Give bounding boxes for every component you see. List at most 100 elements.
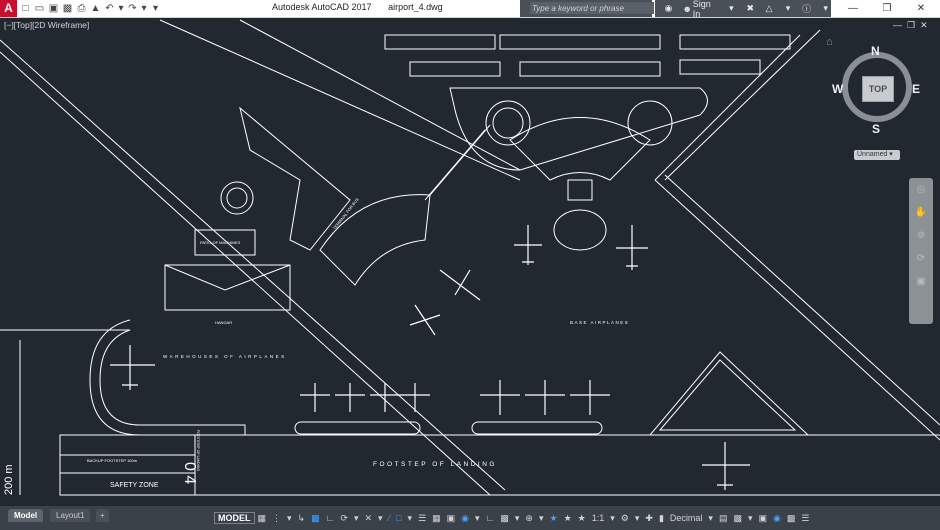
label-runway-number: 0 4	[181, 462, 198, 484]
units-icon[interactable]: ▮	[656, 513, 667, 524]
gizmo-dropdown-icon[interactable]: ▾	[536, 513, 547, 524]
selection-cycling-icon[interactable]: ▣	[444, 513, 459, 524]
label-base-airplanes: BASE AIRPLANES	[570, 320, 629, 325]
isodraft-icon[interactable]: ✕	[362, 513, 376, 524]
viewport-minimize-icon[interactable]: —	[893, 20, 902, 31]
compass-south[interactable]: S	[872, 122, 880, 136]
close-icon[interactable]: ✕	[904, 0, 938, 17]
tab-layout1[interactable]: Layout1	[50, 509, 91, 522]
redo-dropdown-icon[interactable]: ▾	[141, 3, 147, 14]
a360-icon[interactable]: △	[764, 3, 775, 14]
selection-filter-dropdown-icon[interactable]: ▾	[512, 513, 523, 524]
annotation-scale-label[interactable]: 1:1	[589, 513, 608, 523]
gizmo-icon[interactable]: ⊕	[522, 513, 536, 524]
label-footstep: FOOTSTEP OF LANDING	[373, 461, 497, 468]
3d-osnap-dropdown-icon[interactable]: ▾	[472, 513, 483, 524]
polar-icon[interactable]: ⟳	[337, 513, 351, 524]
model-space-button[interactable]: MODEL	[214, 512, 255, 524]
dynamic-input-icon[interactable]: ▩	[308, 513, 323, 524]
new-icon[interactable]: □	[20, 3, 31, 14]
infer-icon[interactable]: ↳	[295, 513, 309, 524]
isolate-objects-icon[interactable]: ▣	[756, 513, 771, 524]
search-input[interactable]	[530, 2, 654, 14]
viewcube-top-face[interactable]: TOP	[862, 76, 894, 102]
object-snap-tracking-icon[interactable]: ∕	[386, 513, 394, 523]
clean-screen-icon[interactable]: ▩	[784, 513, 799, 524]
customize-qat-icon[interactable]: ▾	[150, 3, 161, 14]
viewport-close-icon[interactable]: ✕	[920, 20, 928, 31]
help-icon[interactable]: ⓘ	[801, 2, 812, 15]
lock-ui-icon[interactable]: ▩	[730, 513, 745, 524]
file-title: airport_4.dwg	[388, 2, 443, 12]
annotation-visibility-icon[interactable]: ★	[547, 513, 561, 524]
transparency-icon[interactable]: ▦	[429, 513, 444, 524]
redo-icon[interactable]: ↷	[127, 3, 138, 14]
drawing-canvas[interactable]: TERMINAL FOR BUS PATIO OF MACHINES HANGA…	[0, 17, 940, 506]
grid-icon[interactable]: ▦	[255, 513, 270, 524]
restore-icon[interactable]: ❐	[870, 0, 904, 17]
ucs-dropdown[interactable]: Unnamed ▾	[854, 150, 900, 160]
exchange-icon[interactable]: ✖	[745, 3, 756, 14]
units-dropdown-icon[interactable]: ▾	[705, 513, 716, 524]
lock-dropdown-icon[interactable]: ▾	[745, 513, 756, 524]
open-icon[interactable]: ▭	[34, 3, 45, 14]
viewport-window-controls: — ❐ ✕	[893, 20, 928, 31]
quick-properties-icon[interactable]: ▤	[716, 513, 731, 524]
save-icon[interactable]: ▣	[48, 3, 59, 14]
selection-filter-icon[interactable]: ▩	[497, 513, 512, 524]
saveas-icon[interactable]: ▩	[62, 3, 73, 14]
signin-dropdown-icon[interactable]: ▾	[726, 3, 737, 14]
lineweight-icon[interactable]: ☰	[415, 513, 429, 524]
annotation-scale-icon[interactable]: ★	[575, 513, 589, 524]
dynamic-ucs-icon[interactable]: ∟	[483, 513, 498, 523]
hardware-acceleration-icon[interactable]: ◉	[770, 513, 784, 524]
window-controls: — ❐ ✕	[836, 0, 938, 17]
signin-label[interactable]: Sign In	[693, 0, 718, 19]
binoculars-icon[interactable]: ◉	[663, 3, 674, 14]
zoom-extents-icon[interactable]: ⊚	[917, 230, 925, 241]
workspace-gear-icon[interactable]: ⚙	[618, 513, 632, 524]
snap-icon[interactable]: ⋮	[269, 513, 284, 524]
pan-icon[interactable]: ✋	[915, 207, 927, 218]
showmotion-icon[interactable]: ▣	[916, 276, 925, 287]
ortho-icon[interactable]: ∟	[323, 513, 338, 523]
steering-wheel-icon[interactable]: ◎	[917, 184, 926, 195]
customization-icon[interactable]: ☰	[798, 513, 812, 524]
object-snap-icon[interactable]: □	[393, 513, 404, 523]
viewcube[interactable]: ⌂ TOP N S E W	[826, 36, 924, 138]
user-icon[interactable]: ☻	[682, 4, 693, 14]
help-dropdown-icon[interactable]: ▾	[820, 3, 831, 14]
iso-dropdown-icon[interactable]: ▾	[375, 513, 386, 524]
auto-scale-icon[interactable]: ★	[561, 513, 575, 524]
tab-add[interactable]: +	[96, 509, 109, 522]
workspace-dropdown-icon[interactable]: ▾	[632, 513, 643, 524]
scale-dropdown-icon[interactable]: ▾	[607, 513, 618, 524]
a360-dropdown-icon[interactable]: ▾	[783, 3, 794, 14]
autocad-logo[interactable]: A	[0, 0, 17, 17]
publish-icon[interactable]: ▲	[90, 3, 101, 14]
compass-east[interactable]: E	[912, 82, 920, 96]
undo-icon[interactable]: ↶	[104, 3, 115, 14]
label-safety-zone: SAFETY ZONE	[110, 482, 159, 489]
label-hangar: HANGAR	[215, 320, 232, 325]
compass-north[interactable]: N	[871, 44, 880, 58]
snap-dropdown-icon[interactable]: ▾	[284, 513, 295, 524]
drawing-linework	[0, 19, 940, 496]
compass-west[interactable]: W	[832, 82, 843, 96]
osnap-dropdown-icon[interactable]: ▾	[405, 513, 416, 524]
viewport-restore-icon[interactable]: ❐	[907, 20, 915, 31]
home-icon[interactable]: ⌂	[826, 36, 833, 48]
units-label[interactable]: Decimal	[667, 513, 706, 523]
3d-osnap-icon[interactable]: ◉	[458, 513, 472, 524]
orbit-icon[interactable]: ⟳	[917, 253, 925, 264]
polar-dropdown-icon[interactable]: ▾	[351, 513, 362, 524]
label-runway-side: FOOTSTEP OF LANDING	[196, 430, 200, 471]
ucs-label: Unnamed	[857, 151, 888, 158]
undo-dropdown-icon[interactable]: ▾	[118, 3, 124, 14]
viewport-controls-label[interactable]: [−][Top][2D Wireframe]	[4, 20, 89, 30]
annotation-monitor-icon[interactable]: ✚	[642, 513, 656, 524]
app-title: Autodesk AutoCAD 2017	[272, 2, 372, 12]
minimize-icon[interactable]: —	[836, 0, 870, 17]
print-icon[interactable]: ⎙	[76, 3, 87, 14]
tab-model[interactable]: Model	[8, 509, 44, 522]
